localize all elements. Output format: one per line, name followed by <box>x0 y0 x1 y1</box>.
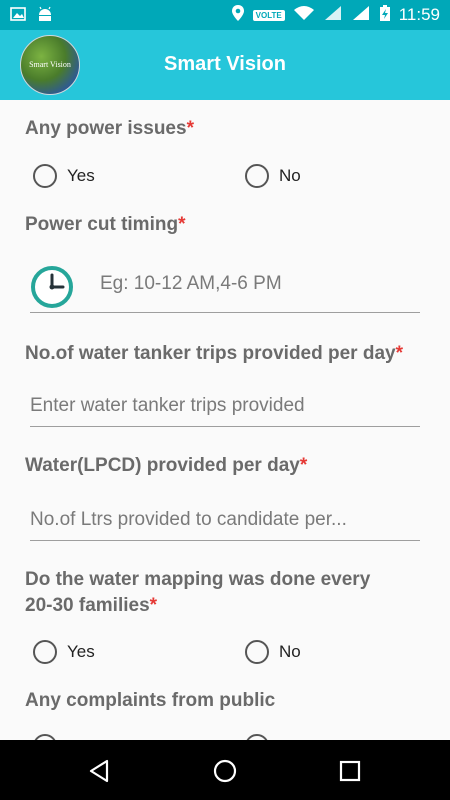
radio-power-issues-no[interactable]: No <box>245 164 301 188</box>
required-marker: * <box>149 595 158 616</box>
question-water-mapping: Do the water mapping was done every 20-3… <box>25 567 370 619</box>
back-icon[interactable] <box>87 758 113 784</box>
radio-label: No <box>279 642 301 661</box>
input-placeholder: No.of Ltrs provided to candidate per... <box>30 509 347 530</box>
question-label: Power cut timing <box>25 214 179 235</box>
wifi-icon <box>293 5 315 26</box>
input-underline <box>30 312 420 313</box>
question-label: Water(LPCD) provided per day <box>25 455 300 476</box>
signal-h-icon <box>351 5 371 26</box>
radio-water-mapping-yes[interactable]: Yes <box>33 640 95 664</box>
clock-icon[interactable] <box>30 265 74 309</box>
radio-circle[interactable] <box>33 164 57 188</box>
radio-water-mapping-no[interactable]: No <box>245 640 301 664</box>
question-label: Any complaints from public <box>25 690 276 711</box>
power-cut-timing-input[interactable]: Eg: 10-12 AM,4-6 PM <box>100 273 420 313</box>
question-label-line1: Do the water mapping was done every <box>25 569 371 590</box>
radio-power-issues-yes[interactable]: Yes <box>33 164 95 188</box>
clock-time: 11:59 <box>398 5 440 24</box>
battery-charging-icon <box>379 4 391 27</box>
question-label-line2: 20-30 families <box>25 595 150 616</box>
app-bar: Smart Vision Smart Vision <box>0 30 450 100</box>
question-power-cut-timing: Power cut timing* <box>25 212 185 238</box>
volte-badge: VOLTE <box>252 9 285 21</box>
image-icon <box>10 6 26 27</box>
form-content[interactable]: Any power issues* Yes No Power cut timin… <box>0 100 450 740</box>
question-label: Any power issues <box>25 118 187 139</box>
input-placeholder: Eg: 10-12 AM,4-6 PM <box>100 273 282 294</box>
input-placeholder: Enter water tanker trips provided <box>30 395 305 416</box>
question-label: No.of water tanker trips provided per da… <box>25 343 396 364</box>
question-lpcd: Water(LPCD) provided per day* <box>25 453 307 479</box>
required-marker: * <box>186 118 194 139</box>
question-tanker-trips: No.of water tanker trips provided per da… <box>25 341 403 367</box>
lpcd-input[interactable]: No.of Ltrs provided to candidate per... <box>30 509 420 541</box>
location-icon <box>231 4 245 27</box>
required-marker: * <box>395 343 403 364</box>
radio-circle[interactable] <box>245 640 269 664</box>
question-power-issues: Any power issues* <box>25 116 194 142</box>
tanker-trips-input[interactable]: Enter water tanker trips provided <box>30 395 420 427</box>
radio-circle[interactable] <box>245 164 269 188</box>
radio-label: Yes <box>67 166 95 185</box>
radio-label: No <box>279 166 301 185</box>
home-icon[interactable] <box>212 758 238 784</box>
signal-lte-icon <box>323 5 343 26</box>
status-bar: VOLTE 11:59 <box>0 0 450 30</box>
recents-icon[interactable] <box>337 758 363 784</box>
page-title: Smart Vision <box>164 53 286 75</box>
required-marker: * <box>299 455 308 476</box>
question-complaints: Any complaints from public <box>25 688 275 714</box>
navigation-bar <box>0 740 450 800</box>
radio-circle[interactable] <box>33 640 57 664</box>
android-icon <box>36 6 54 27</box>
radio-label: Yes <box>67 642 95 661</box>
required-marker: * <box>178 214 186 235</box>
